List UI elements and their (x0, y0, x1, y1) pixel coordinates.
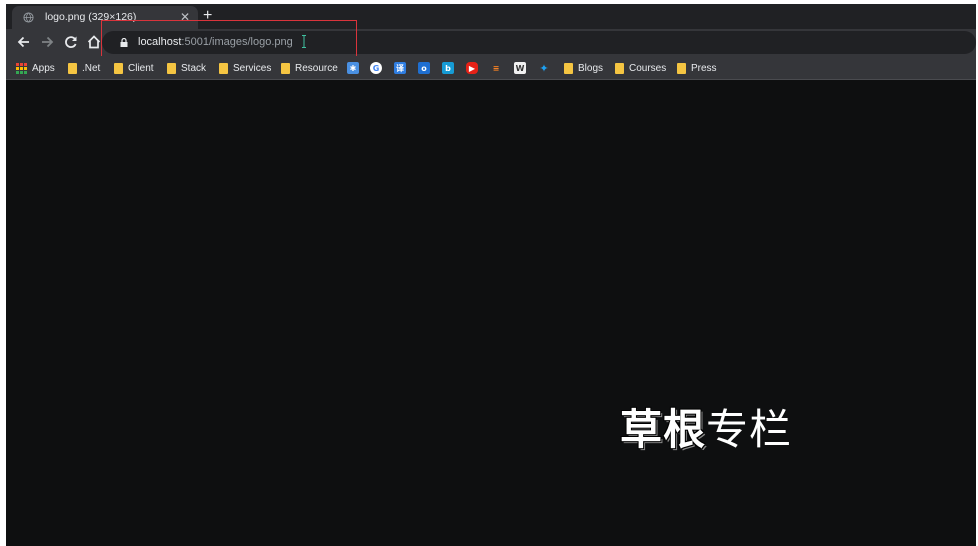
bookmark-label: Services (233, 62, 272, 74)
bookmark-label: Blogs (578, 62, 604, 74)
folder-icon (68, 62, 77, 74)
bookmark-google[interactable]: G (370, 61, 382, 75)
bookmark-folder-press[interactable]: Press (677, 61, 717, 75)
bookmark-label: Client (128, 62, 154, 74)
bookmark-pinwheel[interactable]: ✱ (347, 61, 359, 75)
bookmark-folder-client[interactable]: Client (114, 61, 154, 75)
translate-icon: 译 (394, 62, 406, 74)
apps-grid-icon (16, 62, 27, 74)
twitter-icon: ✦ (539, 61, 549, 75)
pinwheel-icon: ✱ (347, 62, 359, 74)
image-viewer: 草根专栏 (6, 81, 976, 546)
annotation-highlight-box (101, 20, 357, 58)
bookmark-label: Stack (181, 62, 207, 74)
globe-icon (23, 12, 34, 23)
outlook-icon: o (418, 62, 430, 74)
bookmark-label: Resource (295, 62, 338, 74)
browser-window: logo.png (329×126) ✕ + localhost:5001/im… (6, 4, 976, 546)
forward-arrow-icon[interactable] (38, 33, 56, 51)
bookmarks-bar: Apps .Net Client Stack Services Resource… (6, 56, 976, 80)
bookmark-label: Press (691, 62, 717, 74)
bookmark-folder-courses[interactable]: Courses (615, 61, 666, 75)
folder-icon (114, 62, 123, 74)
google-icon: G (370, 62, 382, 74)
youtube-icon: ▶ (466, 62, 478, 74)
logo-image: 草根专栏 (620, 405, 792, 455)
bookmark-translate[interactable]: 译 (394, 61, 406, 75)
stackoverflow-icon: ≡ (492, 63, 500, 73)
folder-icon (677, 62, 686, 74)
bookmark-youtube[interactable]: ▶ (466, 61, 478, 75)
bookmark-bing[interactable]: b (442, 61, 454, 75)
folder-icon (615, 62, 624, 74)
logo-text-part2: 专栏 (706, 405, 793, 454)
bookmark-wordpress[interactable]: W (514, 61, 526, 75)
bookmark-label: .Net (82, 62, 101, 74)
bookmark-apps-label: Apps (32, 62, 55, 74)
folder-icon (219, 62, 228, 74)
bookmark-apps[interactable]: Apps (16, 61, 55, 75)
bookmark-folder-blogs[interactable]: Blogs (564, 61, 603, 75)
wordpress-icon: W (514, 62, 526, 74)
bookmark-folder-stack[interactable]: Stack (167, 61, 206, 75)
bookmark-stackoverflow[interactable]: ≡ (490, 61, 502, 75)
bookmark-twitter[interactable]: ✦ (538, 61, 550, 75)
back-arrow-icon[interactable] (15, 33, 33, 51)
bookmark-folder-services[interactable]: Services (219, 61, 271, 75)
bookmark-folder-net[interactable]: .Net (68, 61, 100, 75)
folder-icon (281, 62, 290, 74)
bing-icon: b (442, 62, 454, 74)
logo-text-part1: 草根 (620, 405, 707, 454)
bookmark-label: Courses (629, 62, 667, 74)
reload-icon[interactable] (62, 33, 80, 51)
folder-icon (167, 62, 176, 74)
bookmark-folder-resource[interactable]: Resource (281, 61, 338, 75)
folder-icon (564, 62, 573, 74)
bookmark-outlook[interactable]: o (418, 61, 430, 75)
